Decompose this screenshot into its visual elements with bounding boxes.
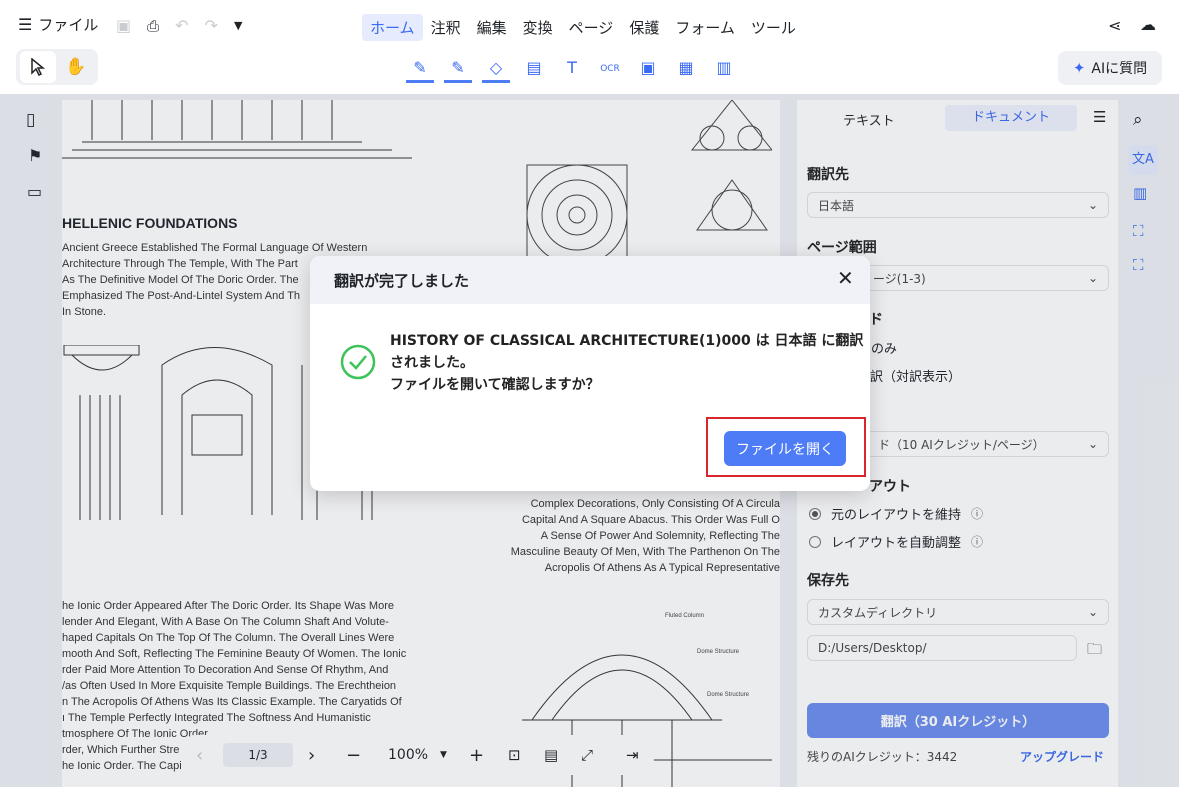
edit-text-tool-icon[interactable]: ▤ — [520, 58, 548, 80]
tab-tools[interactable]: ツール — [743, 14, 804, 41]
dialog-message: HISTORY OF CLASSICAL ARCHITECTURE(1)000 … — [390, 330, 863, 396]
tab-edit[interactable]: 編集 — [469, 14, 515, 41]
image-tool-icon[interactable]: ▣ — [634, 58, 662, 80]
redo-icon[interactable]: ↷ — [205, 16, 218, 35]
cursor-icon — [31, 58, 46, 76]
text-box-tool-icon[interactable]: T — [558, 58, 586, 80]
quick-access-dropdown-icon[interactable]: ▼ — [234, 19, 242, 32]
ask-ai-label: AIに質問 — [1091, 61, 1148, 77]
tab-convert[interactable]: 変換 — [515, 14, 561, 41]
ribbon-tools: ✎ ✎ ◇ ▤ T OCR ▣ ▦ ▥ — [406, 58, 738, 83]
message-line: されました。 — [390, 355, 474, 371]
hand-tool-button[interactable]: ✋ — [58, 51, 94, 83]
top-menu-bar: ☰ ファイル ▣ ⎙ ↶ ↷ ▼ ホーム 注釈 編集 変換 ページ 保護 フォー… — [0, 0, 1179, 52]
eraser-tool-icon[interactable]: ◇ — [482, 58, 510, 83]
cloud-upload-icon[interactable]: ☁ — [1140, 15, 1156, 34]
success-check-icon — [340, 344, 376, 380]
dialog-header: 翻訳が完了しました — [310, 256, 870, 304]
hand-icon: ✋ — [65, 57, 87, 77]
print-icon[interactable]: ⎙ — [147, 17, 159, 35]
tab-protect[interactable]: 保護 — [621, 14, 667, 41]
tab-page[interactable]: ページ — [561, 14, 622, 41]
message-line: HISTORY OF CLASSICAL ARCHITECTURE(1)000 … — [390, 333, 864, 349]
hamburger-icon: ☰ — [18, 15, 33, 34]
close-icon[interactable]: ✕ — [837, 268, 854, 288]
ocr-tool-icon[interactable]: OCR — [596, 58, 624, 80]
file-menu-label: ファイル — [38, 16, 99, 34]
ask-ai-button[interactable]: ✦ AIに質問 — [1058, 51, 1162, 85]
selection-tools: ✋ — [16, 49, 98, 85]
tab-form[interactable]: フォーム — [667, 14, 743, 41]
save-icon[interactable]: ▣ — [116, 16, 131, 35]
tab-home[interactable]: ホーム — [362, 14, 423, 41]
underline-tool-icon[interactable]: ✎ — [444, 58, 472, 83]
dialog-title: 翻訳が完了しました — [334, 271, 470, 290]
tab-annotate[interactable]: 注釈 — [423, 14, 469, 41]
main-tabs: ホーム 注釈 編集 変換 ページ 保護 フォーム ツール — [362, 14, 804, 41]
share-icon[interactable]: ⋖ — [1108, 16, 1121, 35]
ai-sparkle-icon: ✦ — [1072, 59, 1086, 77]
screen-tool-icon[interactable]: ▥ — [710, 58, 738, 80]
compare-tool-icon[interactable]: ▦ — [672, 58, 700, 80]
highlight-tool-icon[interactable]: ✎ — [406, 58, 434, 83]
open-file-button[interactable]: ファイルを開く — [724, 431, 846, 466]
translation-complete-dialog: 翻訳が完了しました ✕ HISTORY OF CLASSICAL ARCHITE… — [310, 256, 870, 491]
message-line: ファイルを開いて確認しますか？ — [390, 377, 600, 393]
undo-icon[interactable]: ↶ — [175, 16, 188, 35]
file-menu[interactable]: ☰ ファイル — [18, 14, 98, 35]
select-tool-button[interactable] — [20, 51, 56, 83]
